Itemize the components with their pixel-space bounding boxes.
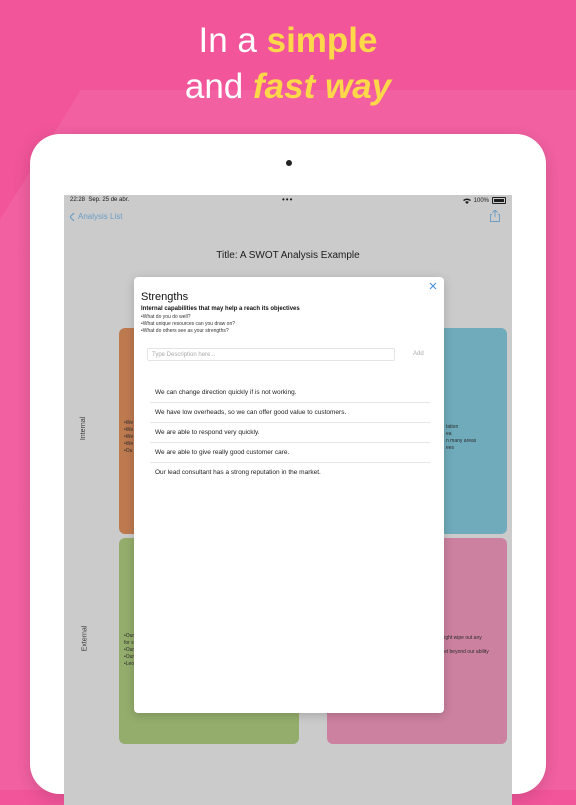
headline-accent-fast-way: fast way xyxy=(253,67,392,106)
close-icon[interactable] xyxy=(428,281,438,291)
modal-subheading: Internal capabilities that may help a re… xyxy=(141,306,300,312)
question-item: •What do others see as your strengths? xyxy=(141,328,229,334)
list-item[interactable]: We are able to give really good customer… xyxy=(150,443,430,463)
camera-dot xyxy=(286,160,292,166)
headline-text: and xyxy=(184,67,253,106)
tablet-frame: 22:28 Sep. 25 de abr. ••• 100% Analysis … xyxy=(30,134,546,805)
guiding-questions: •What do you do well? •What unique resou… xyxy=(141,314,235,335)
headline-line-1: In a simple xyxy=(0,18,576,64)
list-item[interactable]: We are able to respond very quickly. xyxy=(150,423,430,443)
modal-title: Strengths xyxy=(141,291,189,303)
headline-line-2: and fast way xyxy=(0,64,576,110)
tablet-screen: 22:28 Sep. 25 de abr. ••• 100% Analysis … xyxy=(64,195,512,805)
description-input[interactable]: Type Description here... xyxy=(147,348,395,361)
app-view: 22:28 Sep. 25 de abr. ••• 100% Analysis … xyxy=(64,195,512,805)
headline-text: In a xyxy=(198,21,267,60)
question-item: •What do you do well? xyxy=(141,314,191,320)
strengths-list: We can change direction quickly if is no… xyxy=(150,383,430,482)
list-item[interactable]: We can change direction quickly if is no… xyxy=(150,383,430,403)
list-item[interactable]: Our lead consultant has a strong reputat… xyxy=(150,463,430,482)
strengths-modal: Strengths Internal capabilities that may… xyxy=(134,277,444,713)
add-button[interactable]: Add xyxy=(413,351,424,357)
headline-accent-simple: simple xyxy=(266,21,378,60)
question-item: •What unique resources can you draw on? xyxy=(141,321,236,327)
list-item[interactable]: We have low overheads, so we can offer g… xyxy=(150,403,430,423)
